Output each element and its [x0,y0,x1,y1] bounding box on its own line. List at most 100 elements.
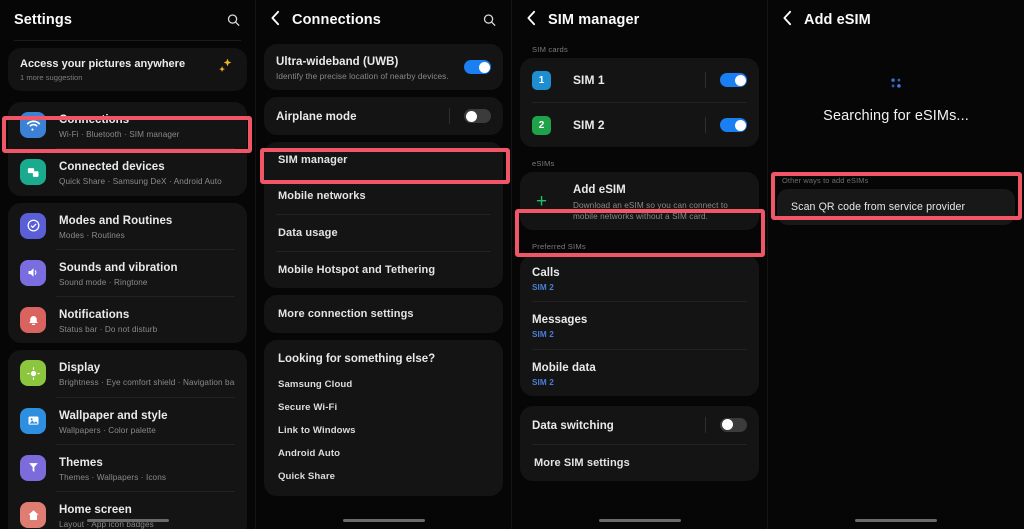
settings-group-2: Modes and Routines Modes · Routines Soun… [8,202,247,344]
brightness-icon [20,360,46,387]
link-secure-wifi[interactable]: Secure Wi-Fi [264,396,503,419]
more-connection-settings-label: More connection settings [278,308,414,321]
settings-header: Settings [0,0,255,40]
preferred-mobile-data-value: SIM 2 [532,377,554,387]
settings-group-1: Connections Wi-Fi · Bluetooth · SIM mana… [8,102,247,196]
sidebar-item-label: Notifications [59,309,130,321]
search-icon[interactable] [226,13,241,28]
preferred-mobile-data-label: Mobile data [532,361,596,374]
looking-for-heading: Looking for something else? [278,353,436,366]
uwb-label: Ultra-wideband (UWB) [276,56,399,68]
sim-1-row[interactable]: 1 SIM 1 [520,58,759,102]
add-esim-label: Add eSIM [573,184,626,196]
chevron-left-icon[interactable] [526,10,537,29]
sim-1-badge: 1 [532,70,551,90]
airplane-mode-toggle[interactable] [464,109,491,124]
uwb-row[interactable]: Ultra-wideband (UWB) Identify the precis… [264,44,503,90]
sidebar-item-home-screen[interactable]: Home screen Layout · App icon badges [8,492,247,529]
sim-manager-label: SIM manager [278,154,348,167]
add-esim-card: + Add eSIM Download an eSIM so you can c… [520,172,759,231]
sim-2-badge: 2 [532,115,551,135]
home-indicator [86,519,169,522]
sim-2-toggle[interactable] [720,118,747,132]
panel-connections: Connections Ultra-wideband (UWB) Identif… [256,0,512,529]
sidebar-item-sub: Brightness · Eye comfort shield · Naviga… [59,378,235,388]
sidebar-item-modes-and-routines[interactable]: Modes and Routines Modes · Routines [8,203,247,249]
page-title: Settings [14,12,72,28]
data-switching-label: Data switching [532,419,614,432]
loading-spinner-icon [889,76,903,90]
more-connection-settings-card: More connection settings [264,295,503,334]
list-item-more-connection-settings[interactable]: More connection settings [264,295,503,333]
sim-2-row[interactable]: 2 SIM 2 [520,103,759,147]
page-title: Add eSIM [804,12,871,28]
sidebar-item-wallpaper-and-style[interactable]: Wallpaper and style Wallpapers · Color p… [8,398,247,444]
searching-section: Searching for eSIMs... [768,76,1024,124]
add-esim-row[interactable]: + Add eSIM Download an eSIM so you can c… [520,172,759,230]
list-item-data-usage[interactable]: Data usage [264,215,503,251]
link-link-to-windows[interactable]: Link to Windows [264,419,503,442]
preferred-messages-row[interactable]: Messages SIM 2 [520,302,759,348]
data-switching-row[interactable]: Data switching [520,406,759,444]
image-icon [20,407,46,434]
sim-1-toggle[interactable] [720,73,747,87]
uwb-card: Ultra-wideband (UWB) Identify the precis… [264,44,503,91]
data-switching-toggle[interactable] [720,417,747,432]
suggestion-card[interactable]: Access your pictures anywhere 1 more sug… [8,48,247,91]
sidebar-item-label: Connected devices [59,161,165,174]
sidebar-item-connections[interactable]: Connections Wi-Fi · Bluetooth · SIM mana… [8,102,247,148]
link-quick-share[interactable]: Quick Share [264,465,503,496]
sidebar-item-connected-devices[interactable]: Connected devices Quick Share · Samsung … [8,149,247,195]
preferred-calls-row[interactable]: Calls SIM 2 [520,255,759,301]
header-divider [14,40,241,41]
uwb-sub: Identify the precise location of nearby … [276,72,449,81]
sparkle-icon [215,57,235,82]
scan-qr-code-button[interactable]: Scan QR code from service provider [777,189,1015,225]
devices-icon [20,159,46,186]
panel-settings: Settings Access your pictures anywhere 1… [0,0,256,529]
sim-cards-card: 1 SIM 1 2 SIM 2 [520,58,759,147]
wifi-icon [20,112,46,139]
connections-header: Connections [256,0,511,40]
sidebar-item-label: Home screen [59,504,132,516]
link-samsung-cloud[interactable]: Samsung Cloud [264,373,503,396]
sim-settings-card: Data switching More SIM settings [520,405,759,481]
sim-manager-header: SIM manager [512,0,767,40]
home-indicator [598,519,681,522]
add-esim-header: Add eSIM [768,0,1024,40]
suggestion-subtitle: 1 more suggestion [20,72,83,82]
sidebar-item-label: Sounds and vibration [59,261,178,274]
sidebar-item-display[interactable]: Display Brightness · Eye comfort shield … [8,350,247,396]
connections-list-card: SIM manager Mobile networks Data usage M… [264,142,503,289]
more-sim-settings-row[interactable]: More SIM settings [520,445,759,481]
home-icon [20,502,46,529]
home-indicator [342,519,425,522]
esims-label: eSIMs [532,159,555,168]
airplane-card: Airplane mode [264,97,503,136]
airplane-mode-row[interactable]: Airplane mode [264,97,503,135]
list-item-sim-manager[interactable]: SIM manager [264,142,503,178]
theme-icon [20,454,46,481]
preferred-calls-label: Calls [532,267,560,280]
link-android-auto[interactable]: Android Auto [264,442,503,465]
list-item-mobile-networks[interactable]: Mobile networks [264,178,503,214]
mobile-hotspot-label: Mobile Hotspot and Tethering [278,264,436,277]
more-sim-settings-label: More SIM settings [534,456,630,469]
sidebar-item-sounds-and-vibration[interactable]: Sounds and vibration Sound mode · Ringto… [8,250,247,296]
sidebar-item-sub: Wallpapers · Color palette [59,425,156,435]
other-ways-section: Other ways to add eSIMs Scan QR code fro… [768,176,1024,225]
chevron-left-icon[interactable] [782,10,793,29]
sidebar-item-label: Themes [59,456,103,469]
chevron-left-icon[interactable] [270,10,281,29]
preferred-mobile-data-row[interactable]: Mobile data SIM 2 [520,350,759,396]
sim-cards-label: SIM cards [532,45,568,54]
sidebar-item-themes[interactable]: Themes Themes · Wallpapers · Icons [8,445,247,491]
list-item-mobile-hotspot[interactable]: Mobile Hotspot and Tethering [264,252,503,288]
search-icon[interactable] [482,13,497,28]
panel-sim-manager: SIM manager SIM cards 1 SIM 1 2 SIM 2 eS… [512,0,768,529]
speaker-icon [20,259,46,286]
preferred-messages-label: Messages [532,314,588,327]
preferred-messages-value: SIM 2 [532,330,554,340]
sidebar-item-notifications[interactable]: Notifications Status bar · Do not distur… [8,297,247,343]
uwb-toggle[interactable] [464,60,491,75]
